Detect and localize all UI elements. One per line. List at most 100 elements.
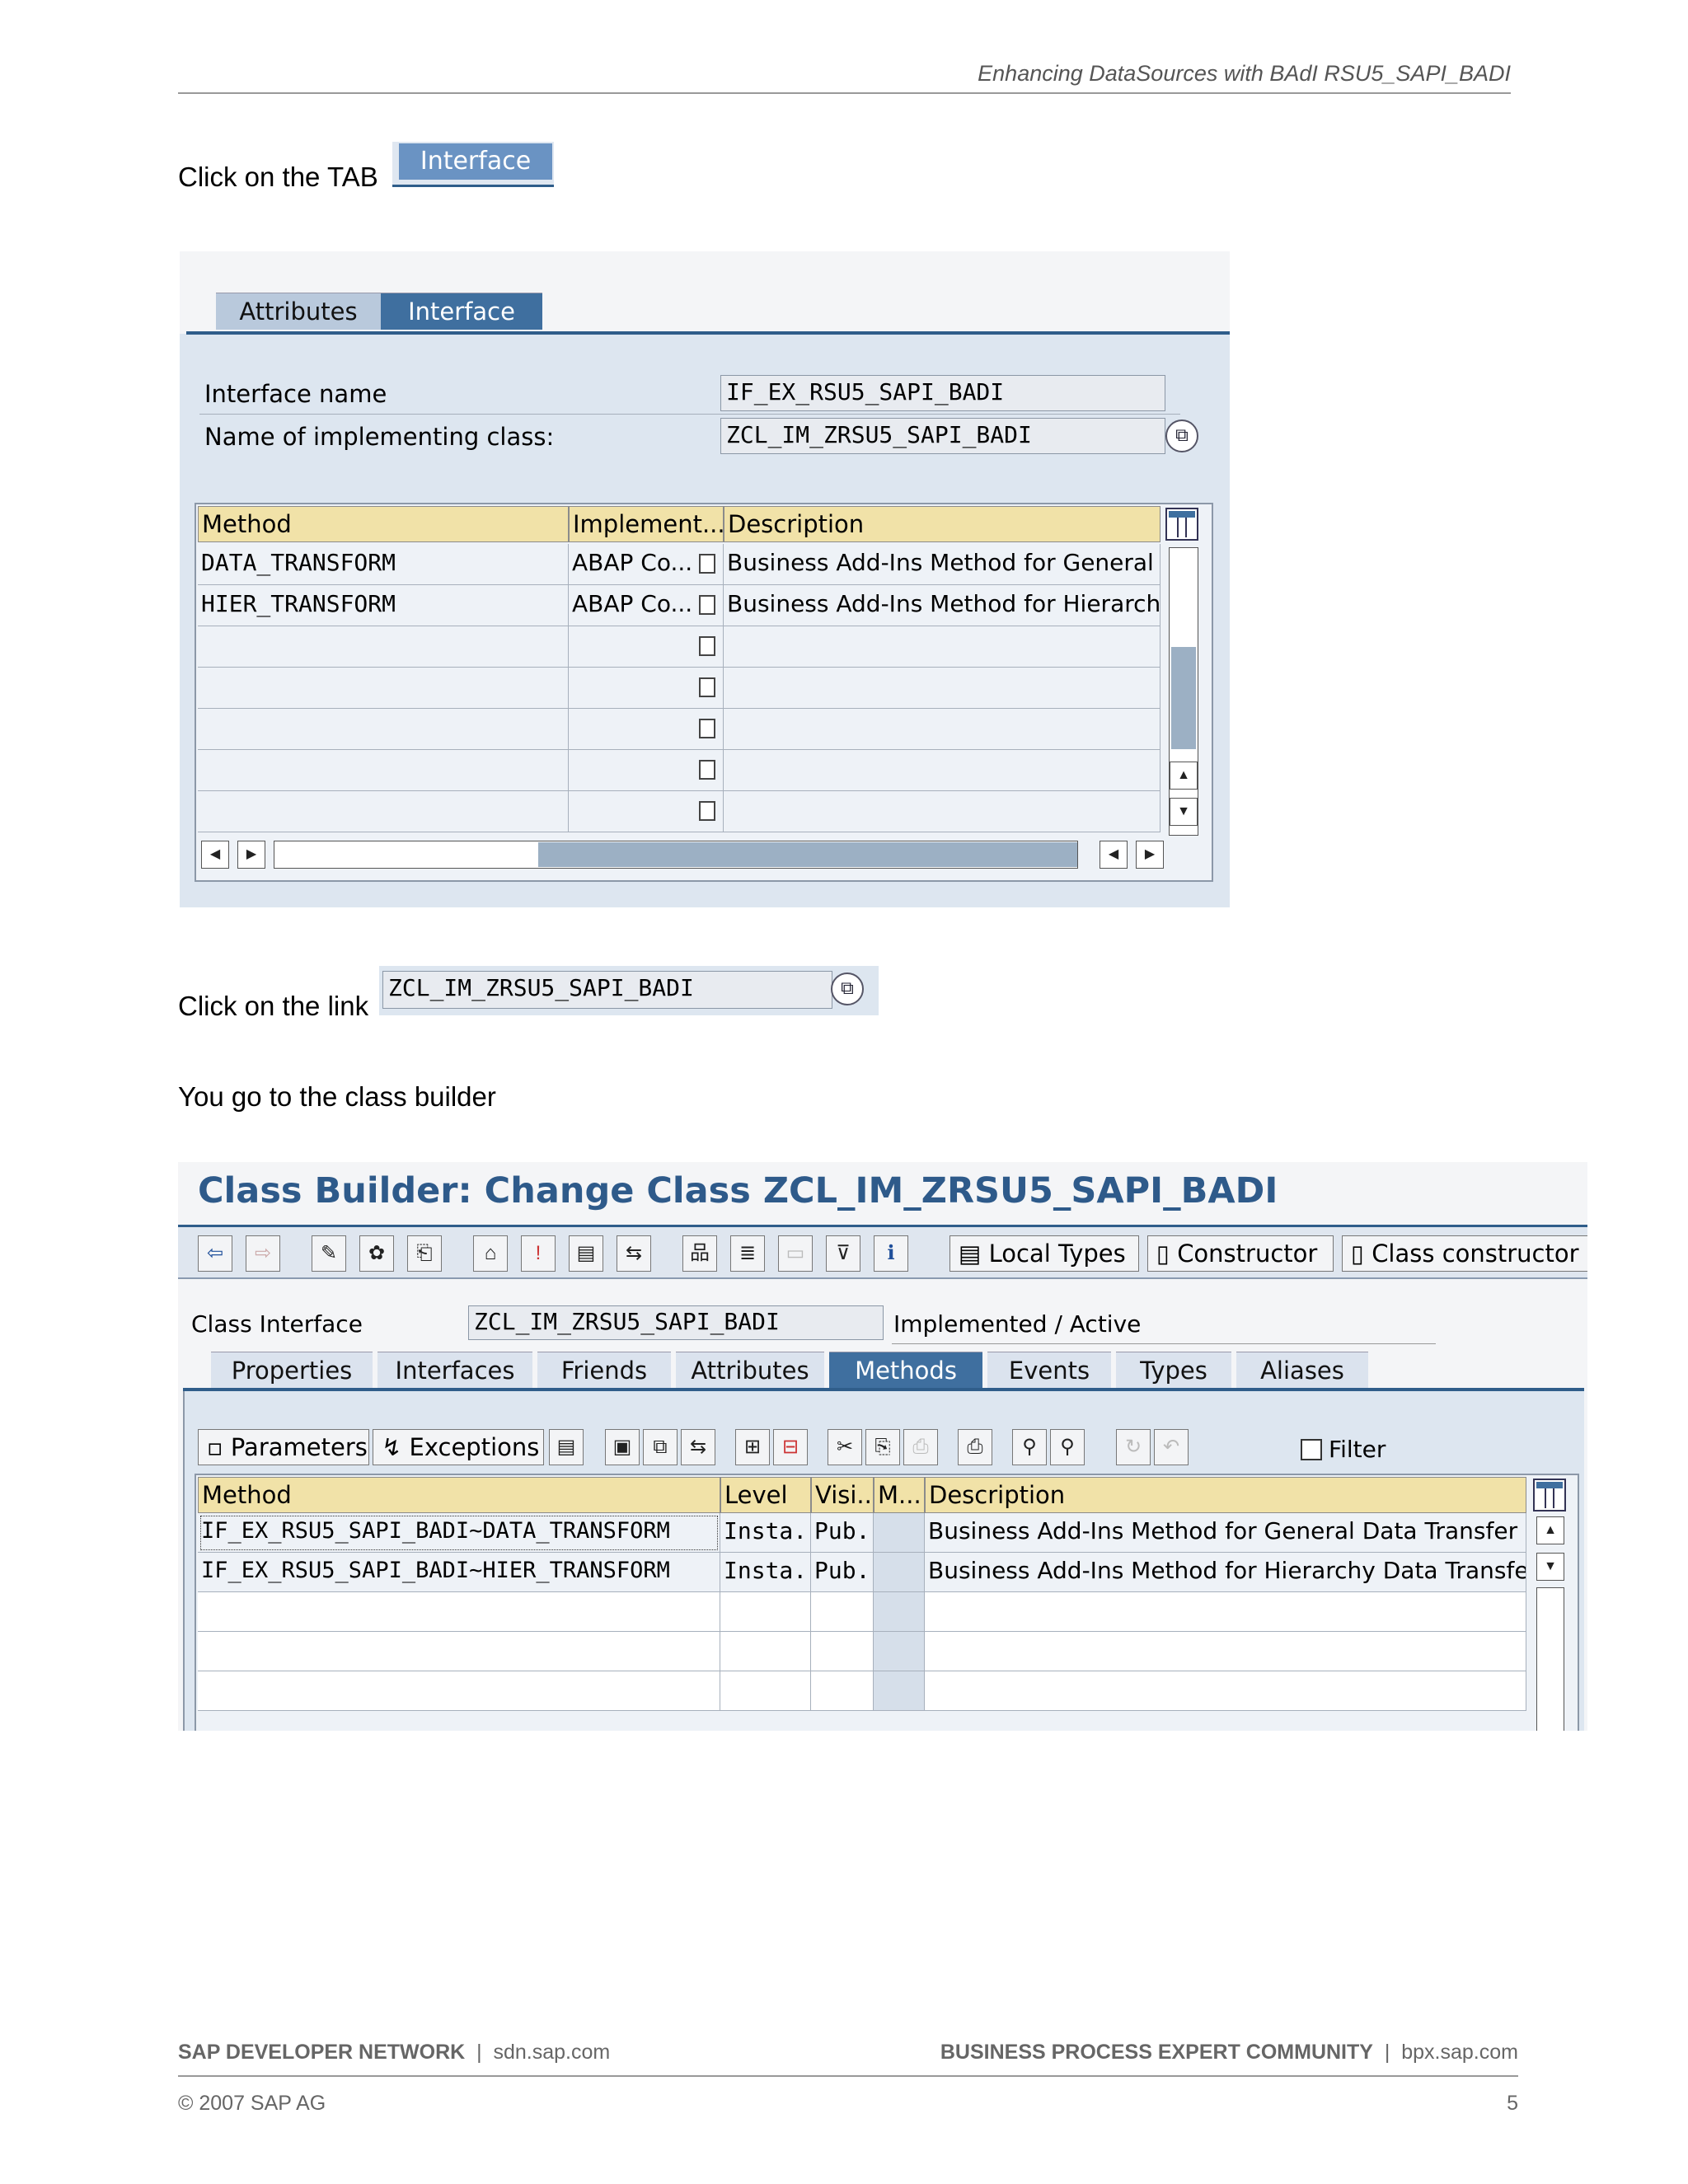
vertical-scrollbar[interactable] [1536, 1587, 1564, 1731]
scroll-thumb[interactable] [538, 842, 1077, 867]
document-icon[interactable] [699, 719, 715, 738]
tab-attributes[interactable]: Attributes [216, 293, 381, 330]
table-row [198, 1671, 720, 1711]
layout-icon[interactable]: ▭ [778, 1235, 813, 1272]
delete-row-icon[interactable]: ⊟ [773, 1429, 808, 1465]
table-row-method[interactable]: DATA_TRANSFORM [198, 544, 569, 585]
tab-attributes[interactable]: Attributes [676, 1352, 824, 1389]
structure-icon[interactable]: 品 [682, 1235, 717, 1272]
info-icon[interactable]: ℹ [874, 1235, 908, 1272]
footer-bpx-url[interactable]: bpx.sap.com [1401, 2041, 1518, 2064]
col-method[interactable]: Method [198, 1477, 720, 1513]
impl-class-label: Name of implementing class: [204, 423, 555, 451]
source-code-icon[interactable]: ▤ [549, 1429, 584, 1465]
stack-icon[interactable]: ≣ [730, 1235, 765, 1272]
activate-icon[interactable]: ✿ [359, 1235, 394, 1272]
insert-row-icon[interactable]: ⊞ [735, 1429, 770, 1465]
col-level[interactable]: Level [720, 1477, 811, 1513]
impl-class-link[interactable]: ZCL_IM_ZRSU5_SAPI_BADI [382, 971, 832, 1009]
navigate-icon[interactable]: ⧉ [1165, 419, 1198, 452]
cut-icon[interactable]: ✂ [828, 1429, 862, 1465]
scroll-down-icon[interactable]: ▼ [1536, 1553, 1564, 1581]
move-icon[interactable]: ⇆ [681, 1429, 715, 1465]
constructor-button[interactable]: ▯ Constructor [1147, 1235, 1334, 1272]
find-icon[interactable]: ⚲ [1012, 1429, 1047, 1465]
tab-aliases[interactable]: Aliases [1236, 1352, 1368, 1389]
where-used-icon[interactable]: ⎗ [407, 1235, 442, 1272]
footer-sdn-url[interactable]: sdn.sap.com [494, 2041, 611, 2064]
blank-page-icon: ▯ [1351, 1240, 1372, 1268]
class-interface-field[interactable]: ZCL_IM_ZRSU5_SAPI_BADI [468, 1305, 884, 1340]
document-icon[interactable] [699, 595, 715, 615]
interface-tab-label[interactable]: Interface [399, 143, 552, 180]
application-toolbar: ⇦ ⇨ ✎ ✿ ⎗ ⌂ ! ▤ ⇆ 品 ≣ ▭ ⊽ ℹ ▤ Local Type… [178, 1225, 1587, 1279]
blank-page-icon: ▯ [1156, 1240, 1178, 1268]
tab-friends[interactable]: Friends [537, 1352, 671, 1389]
tab-properties[interactable]: Properties [211, 1352, 373, 1389]
footer-rule [178, 2075, 1518, 2077]
scroll-up-icon[interactable]: ▲ [1536, 1516, 1564, 1544]
scroll-right-icon[interactable]: ▶ [1136, 841, 1164, 869]
col-method[interactable]: Method [198, 506, 569, 542]
tab-interface[interactable]: Interface [381, 293, 542, 330]
navigate-icon[interactable]: ⧉ [831, 972, 864, 1005]
col-visibility[interactable]: Visi... [811, 1477, 874, 1513]
back-icon[interactable]: ⇦ [198, 1235, 232, 1272]
forward-icon[interactable]: ⇨ [246, 1235, 280, 1272]
table-row-method[interactable]: IF_EX_RSU5_SAPI_BADI~HIER_TRANSFORM [198, 1553, 720, 1592]
document-icon[interactable] [699, 677, 715, 697]
interface-name-field[interactable]: IF_EX_RSU5_SAPI_BADI [720, 375, 1165, 411]
tab-types[interactable]: Types [1116, 1352, 1231, 1389]
table-row [198, 1632, 720, 1671]
document-icon[interactable] [699, 801, 715, 821]
class-constructor-button[interactable]: ▯ Class constructor [1342, 1235, 1587, 1272]
document-icon[interactable] [699, 636, 715, 656]
table-row-method[interactable]: HIER_TRANSFORM [198, 585, 569, 626]
col-implement[interactable]: Implement... [569, 506, 724, 542]
copy-rows-icon[interactable]: ⎘ [865, 1429, 900, 1465]
scroll-thumb[interactable] [1171, 647, 1196, 749]
scroll-left-icon[interactable]: ◀ [1100, 841, 1128, 869]
col-modeled[interactable]: M... [874, 1477, 925, 1513]
navigate-window-icon[interactable]: ⇆ [617, 1235, 651, 1272]
column-settings-icon[interactable] [1533, 1479, 1566, 1511]
tab-events[interactable]: Events [987, 1352, 1111, 1389]
paste-icon[interactable]: ⎙ [903, 1429, 938, 1465]
breakpoint-icon[interactable]: ! [521, 1235, 556, 1272]
display-object-icon[interactable]: ▤ [569, 1235, 603, 1272]
exceptions-label: Exceptions [409, 1433, 540, 1461]
impl-class-field[interactable]: ZCL_IM_ZRSU5_SAPI_BADI [720, 418, 1165, 454]
methods-panel: ▫ Parameters ↯ Exceptions ▤ ▣ ⧉ ⇆ ⊞ ⊟ ✂ … [183, 1391, 1584, 1731]
filter-icon[interactable]: ⊽ [826, 1235, 860, 1272]
local-types-button[interactable]: ▤ Local Types [950, 1235, 1139, 1272]
col-description[interactable]: Description [925, 1477, 1526, 1513]
parameters-button[interactable]: ▫ Parameters [198, 1429, 369, 1465]
find-next-icon[interactable]: ⚲ [1050, 1429, 1085, 1465]
parameters-label: Parameters [230, 1433, 368, 1461]
exceptions-button[interactable]: ↯ Exceptions [373, 1429, 544, 1465]
tab-interfaces[interactable]: Interfaces [377, 1352, 532, 1389]
edit-icon[interactable]: ✎ [312, 1235, 346, 1272]
filter-checkbox[interactable] [1301, 1439, 1322, 1460]
scroll-left-icon[interactable]: ◀ [201, 841, 229, 869]
print-icon[interactable]: ⎙ [958, 1429, 992, 1465]
vertical-scrollbar[interactable] [1169, 547, 1198, 836]
scroll-up-icon[interactable]: ▲ [1170, 762, 1198, 790]
undo-icon[interactable]: ↶ [1154, 1429, 1189, 1465]
table-row-method[interactable]: IF_EX_RSU5_SAPI_BADI~DATA_TRANSFORM [198, 1513, 720, 1553]
document-icon[interactable] [699, 554, 715, 574]
horizontal-scrollbar[interactable] [274, 841, 1078, 869]
scroll-right-icon[interactable]: ▶ [237, 841, 265, 869]
column-settings-icon[interactable] [1165, 508, 1198, 541]
footer-separator: | [1378, 2041, 1402, 2064]
col-description[interactable]: Description [724, 506, 1160, 542]
copy-icon[interactable]: ⧉ [643, 1429, 678, 1465]
scroll-down-icon[interactable]: ▼ [1170, 798, 1198, 826]
tab-methods[interactable]: Methods [829, 1352, 982, 1389]
document-icon[interactable] [699, 760, 715, 780]
refresh-icon[interactable]: ↻ [1116, 1429, 1151, 1465]
class-builder-title: Class Builder: Change Class ZCL_IM_ZRSU5… [198, 1170, 1278, 1212]
link-field-image: ZCL_IM_ZRSU5_SAPI_BADI ⧉ [379, 966, 879, 1015]
hierarchy-icon[interactable]: ⌂ [473, 1235, 508, 1272]
detail-view-icon[interactable]: ▣ [605, 1429, 640, 1465]
